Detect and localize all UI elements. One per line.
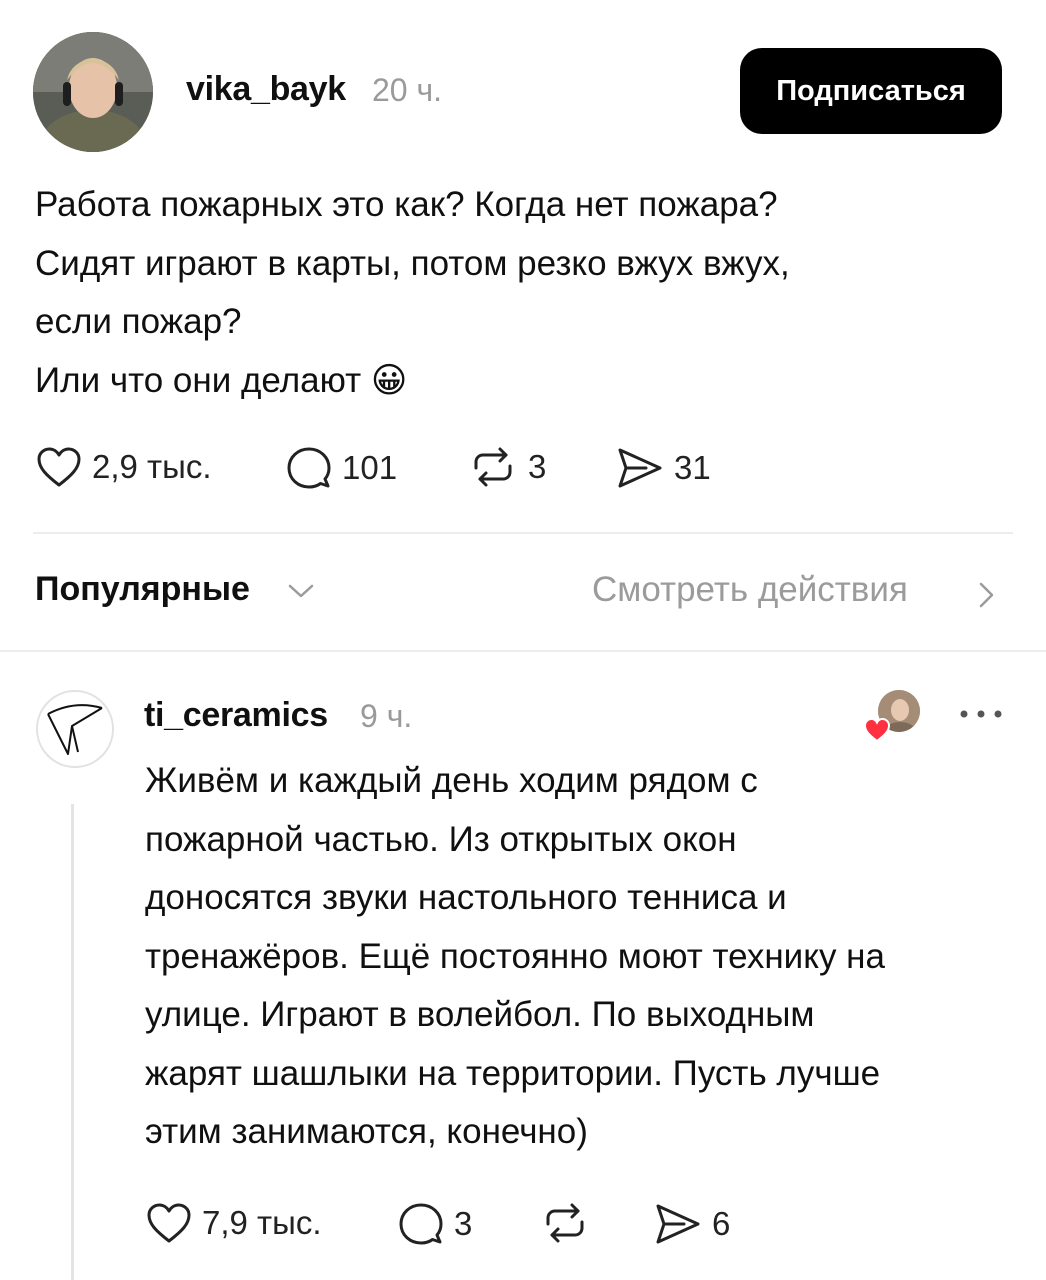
post-like-count: 2,9 тыс. <box>92 448 212 485</box>
post-like-button[interactable]: 2,9 тыс. <box>36 446 212 488</box>
chevron-down-icon <box>288 584 314 598</box>
post-time: 20 ч. <box>372 72 443 108</box>
post-repost-button[interactable]: 3 <box>468 446 546 488</box>
post-share-button[interactable]: 31 <box>616 446 711 490</box>
sort-dropdown[interactable]: Популярные <box>35 570 250 609</box>
heart-icon <box>147 1203 191 1243</box>
post-line: если пожар? <box>35 302 242 341</box>
comment-line: Живём и каждый день ходим рядом с <box>145 761 758 800</box>
view-activity-link[interactable]: Смотреть действия <box>592 570 908 610</box>
commenter-avatar[interactable] <box>36 690 114 768</box>
post-repost-count: 3 <box>528 448 547 485</box>
post-comment-count: 101 <box>342 449 398 486</box>
post-text: Работа пожарных это как? Когда нет пожар… <box>35 176 995 410</box>
follow-button[interactable]: Подписаться <box>740 48 1002 134</box>
send-icon <box>656 1204 700 1244</box>
author-avatar[interactable] <box>33 32 153 152</box>
comment-icon <box>399 1203 443 1245</box>
comment-share-button[interactable]: 6 <box>654 1202 730 1246</box>
comment-repost-button[interactable] <box>540 1202 600 1244</box>
comment-text: Живём и каждый день ходим рядом с пожарн… <box>145 752 1025 1162</box>
comment-line: тренажёров. Ещё постоянно моют технику н… <box>145 936 885 976</box>
comment-line: этим занимаются, конечно) <box>145 1112 588 1151</box>
divider <box>33 532 1013 534</box>
post-author[interactable]: vika_bayk <box>186 70 346 109</box>
comment-time: 9 ч. <box>360 698 413 734</box>
post-line: Или что они делают 😀 <box>35 352 995 411</box>
post-share-count: 31 <box>674 449 711 486</box>
heart-icon <box>863 717 891 743</box>
grinning-emoji: 😀 <box>370 360 408 400</box>
post-line: Работа пожарных это как? Когда нет пожар… <box>35 185 778 224</box>
comment-line: жарят шашлыки на территории. Пусть лучше <box>145 1053 881 1093</box>
comment-icon <box>287 447 331 489</box>
comment-line: улице. Играют в волейбол. По выходным <box>145 995 815 1034</box>
more-icon[interactable] <box>958 708 1004 720</box>
repost-icon <box>474 447 512 487</box>
post-comment-button[interactable]: 101 <box>286 446 397 490</box>
heart-icon <box>37 447 81 487</box>
comment-line: пожарной частью. Из открытых окон <box>145 819 737 859</box>
comment-line: доносятся звуки настольного тенниса и <box>145 878 787 917</box>
comment-reply-count: 3 <box>454 1205 473 1242</box>
comment-author[interactable]: ti_ceramics <box>144 696 328 735</box>
repost-icon <box>546 1203 584 1243</box>
chevron-right-icon <box>979 582 994 608</box>
comment-reply-button[interactable]: 3 <box>398 1202 472 1246</box>
comment-share-count: 6 <box>712 1205 731 1242</box>
thread-line <box>71 804 74 1280</box>
comment-like-button[interactable]: 7,9 тыс. <box>146 1202 322 1244</box>
divider <box>0 650 1046 652</box>
post-line: Сидят играют в карты, потом резко вжух в… <box>35 243 790 283</box>
post-line-text: Или что они делают <box>35 360 362 400</box>
comment-like-count: 7,9 тыс. <box>202 1204 322 1241</box>
send-icon <box>618 448 662 488</box>
